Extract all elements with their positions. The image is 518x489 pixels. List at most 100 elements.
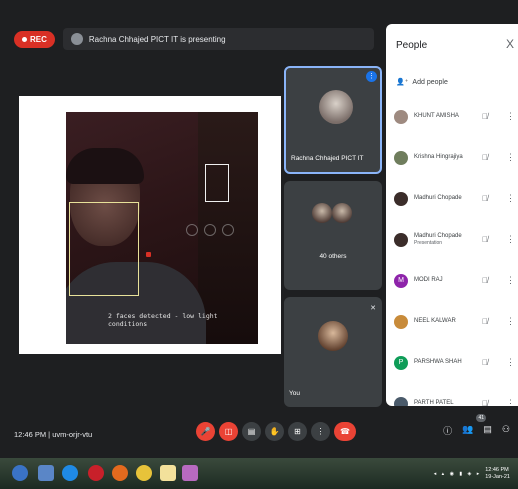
participant-row[interactable]: Madhuri Chopade 🎙̸ ⋮ (394, 178, 518, 219)
overlay-controls (186, 224, 234, 236)
participant-name-text: Krishna Hingrajiya (414, 153, 463, 160)
participant-name: Madhuri Chopade Presentation (414, 233, 482, 246)
leave-call-button[interactable]: ☎ (334, 422, 356, 441)
os-taskbar: ◂ ▴ ◉ ▮ ◈ ▸ 12:46 PM 19-Jan-21 (0, 458, 518, 489)
participant-name-text: KHUNT AMISHA (414, 112, 459, 119)
others-avatar-2 (332, 203, 352, 223)
participant-name: NEEL KALWAR (414, 318, 482, 325)
mic-off-icon: 🎙̸ (482, 276, 488, 285)
captions-button[interactable]: ▤ (242, 422, 261, 441)
clock-date: 19-Jan-21 (485, 473, 510, 480)
tray-icons: ◂ ▴ ◉ ▮ ◈ ▸ (433, 470, 482, 477)
self-avatar (318, 321, 348, 351)
record-dot-icon (22, 36, 27, 42)
side-controls: ⓘ 👥 ▤ ⚇ (443, 424, 510, 437)
participant-avatar (394, 232, 408, 247)
more-vert-icon[interactable]: ⋮ (506, 316, 515, 327)
participant-name-text: MODI RAJ (414, 276, 443, 283)
participant-name: KHUNT AMISHA (414, 113, 482, 120)
more-vert-icon[interactable]: ⋮ (506, 275, 515, 286)
participant-name-text: PARSHWA SHAH (414, 358, 462, 365)
others-avatar-1 (312, 203, 332, 223)
presenter-avatar-image (319, 90, 353, 124)
more-options-button[interactable]: ⋮ (311, 422, 330, 441)
participant-name: Madhuri Chopade (414, 195, 482, 202)
participant-row[interactable]: Madhuri Chopade Presentation 🎙̸ ⋮ (394, 219, 518, 260)
person-hair (66, 148, 144, 184)
top-bar: REC Rachna Chhajed PICT IT is presenting (14, 26, 374, 52)
speaking-indicator-icon: ⋮ (366, 71, 377, 82)
participant-row[interactable]: P PARSHWA SHAH 🎙̸ ⋮ (394, 342, 518, 383)
opera-icon[interactable] (88, 465, 104, 481)
participant-name: Krishna Hingrajiya (414, 154, 482, 161)
participant-name: PARSHWA SHAH (414, 359, 482, 366)
activities-icon[interactable]: ⚇ (502, 424, 510, 437)
notes-icon[interactable] (160, 465, 176, 481)
mic-off-icon: ✕ (370, 305, 376, 312)
remove-icon (222, 224, 234, 236)
participant-row[interactable]: NEEL KALWAR 🎙̸ ⋮ (394, 301, 518, 342)
info-icon[interactable]: ⓘ (443, 424, 452, 437)
participant-name-text: Madhuri Chopade (414, 194, 462, 201)
more-vert-icon[interactable]: ⋮ (506, 152, 515, 163)
participant-list: KHUNT AMISHA 🎙̸ ⋮ Krishna Hingrajiya 🎙̸ ⋮ Madh… (394, 96, 518, 406)
paint-icon[interactable] (182, 465, 198, 481)
call-controls: 🎤 ◫ ▤ ✋ ⊞ ⋮ ☎ (196, 422, 356, 441)
participant-avatar (394, 150, 408, 165)
clock-time: 12:46 PM (485, 467, 509, 473)
more-vert-icon[interactable]: ⋮ (506, 234, 515, 245)
participant-row[interactable]: Krishna Hingrajiya 🎙̸ ⋮ (394, 137, 518, 178)
clock: 12:46 PM 19-Jan-21 (485, 467, 510, 480)
mic-toggle-button[interactable]: 🎤 (196, 422, 215, 441)
mic-off-icon (186, 224, 198, 236)
ie-icon[interactable] (62, 465, 78, 481)
chrome-icon[interactable] (136, 465, 152, 481)
panel-title: People (396, 40, 428, 51)
chat-icon[interactable]: ▤ (483, 424, 492, 437)
more-vert-icon[interactable]: ⋮ (506, 357, 515, 368)
participant-name-text: Madhuri Chopade (414, 232, 462, 239)
meet-window: REC Rachna Chhajed PICT IT is presenting… (0, 0, 518, 489)
presenter-tile[interactable]: ⋮ Rachna Chhajed PICT IT (284, 66, 382, 174)
participant-row[interactable]: M MODI RAJ 🎙̸ ⋮ (394, 260, 518, 301)
participant-count-badge: 41 (476, 414, 486, 422)
participant-name: PARTH PATEL (414, 400, 482, 406)
add-person-icon: 👤⁺ (396, 79, 409, 86)
participant-avatar (394, 396, 408, 406)
participant-avatar: M (394, 273, 408, 288)
participant-name: MODI RAJ (414, 277, 482, 284)
self-tile[interactable]: ✕ You (284, 297, 382, 407)
more-vert-icon[interactable]: ⋮ (506, 398, 515, 406)
face-detection-box-secondary (205, 164, 229, 202)
others-count-label: 40 others (319, 253, 347, 260)
people-icon[interactable]: 👥 (462, 424, 473, 437)
meeting-info: 12:46 PM | uvm-orjr-vtu (14, 430, 93, 439)
present-button[interactable]: ⊞ (288, 422, 307, 441)
firefox-icon[interactable] (112, 465, 128, 481)
presenting-text: Rachna Chhajed PICT IT is presenting (88, 34, 226, 44)
recording-label: REC (30, 34, 47, 44)
participant-row[interactable]: PARTH PATEL 🎙̸ ⋮ (394, 383, 518, 406)
participant-row[interactable]: KHUNT AMISHA 🎙̸ ⋮ (394, 96, 518, 137)
system-tray: ◂ ▴ ◉ ▮ ◈ ▸ 12:46 PM 19-Jan-21 (434, 467, 510, 480)
others-tile[interactable]: 40 others (284, 181, 382, 290)
participant-avatar (394, 109, 408, 124)
recording-badge: REC (14, 30, 55, 48)
mic-off-icon: 🎙̸ (482, 153, 488, 162)
mic-off-icon: 🎙̸ (482, 358, 488, 367)
explorer-icon[interactable] (38, 465, 54, 481)
start-icon[interactable] (12, 465, 28, 481)
raise-hand-button[interactable]: ✋ (265, 422, 284, 441)
close-icon[interactable]: X (506, 37, 514, 51)
face-detection-box (69, 202, 139, 296)
detection-caption: 2 faces detected - low light conditions (108, 312, 218, 328)
participant-name-text: NEEL KALWAR (414, 317, 456, 324)
add-people-button[interactable]: 👤⁺ Add people (396, 78, 448, 87)
participant-name-text: PARTH PATEL (414, 399, 454, 406)
mic-off-icon: 🎙̸ (482, 399, 488, 406)
more-vert-icon[interactable]: ⋮ (506, 111, 515, 122)
camera-toggle-button[interactable]: ◫ (219, 422, 238, 441)
participant-avatar (394, 314, 408, 329)
more-vert-icon[interactable]: ⋮ (506, 193, 515, 204)
mic-off-icon: 🎙̸ (482, 235, 488, 244)
